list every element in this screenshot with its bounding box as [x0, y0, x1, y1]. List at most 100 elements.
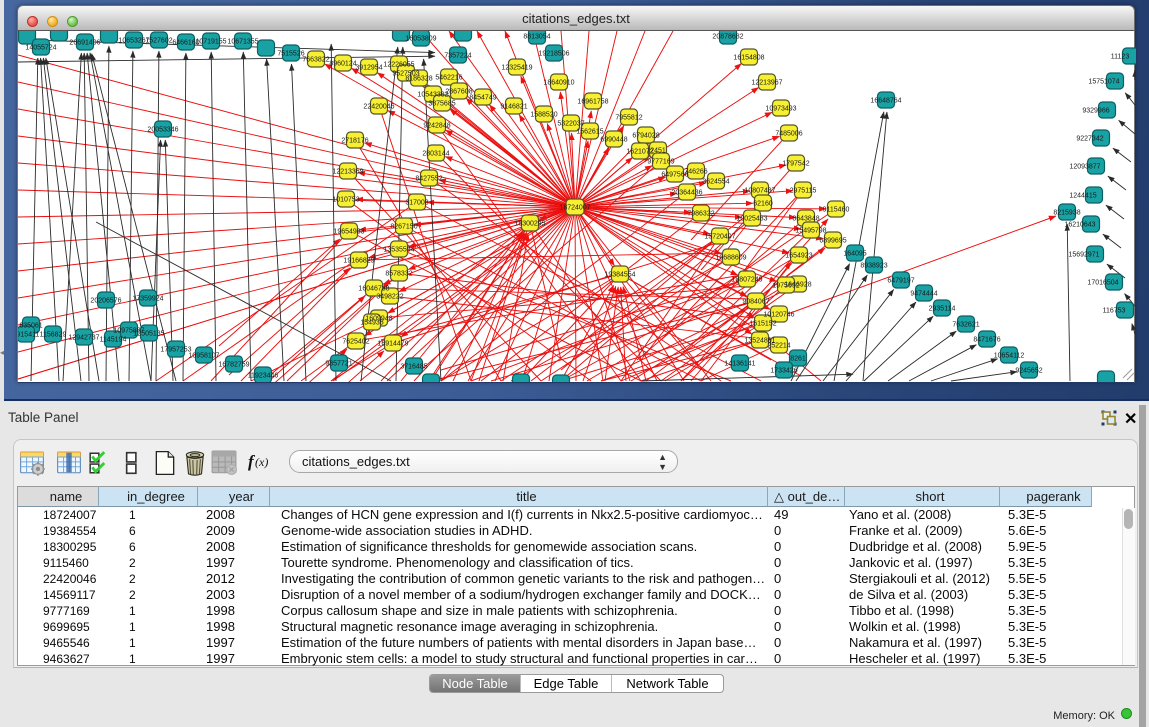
svg-text:12213967: 12213967: [751, 80, 782, 87]
svg-text:12505135: 12505135: [133, 331, 164, 338]
svg-text:16053809: 16053809: [405, 36, 436, 43]
svg-text:1588520: 1588520: [530, 112, 557, 119]
svg-text:2803144: 2803144: [422, 151, 449, 158]
svg-text:10671355: 10671355: [227, 39, 258, 46]
svg-text:10543382: 10543382: [417, 92, 448, 99]
svg-text:10654112: 10654112: [994, 353, 1025, 360]
svg-text:1562615: 1562615: [576, 129, 603, 136]
svg-text:14055724: 14055724: [25, 45, 56, 52]
svg-text:1654923: 1654923: [785, 253, 812, 260]
svg-text:2935114: 2935114: [929, 306, 956, 313]
svg-text:8261: 8261: [790, 356, 806, 363]
svg-text:7485006: 7485006: [775, 131, 802, 138]
svg-text:9242848: 9242848: [423, 123, 450, 130]
svg-text:17016504: 17016504: [1087, 280, 1118, 287]
svg-text:2975115: 2975115: [790, 188, 817, 195]
svg-text:3716485: 3716485: [400, 364, 427, 371]
svg-text:1615152: 1615152: [749, 321, 776, 328]
svg-text:7986322: 7986322: [687, 211, 714, 218]
svg-text:10688609: 10688609: [715, 255, 746, 262]
svg-text:8267150: 8267150: [390, 224, 417, 231]
svg-text:9146821: 9146821: [500, 104, 527, 111]
svg-text:8454749: 8454749: [469, 95, 496, 102]
svg-text:3624554: 3624554: [702, 179, 729, 186]
svg-text:12325419: 12325419: [501, 65, 532, 72]
svg-text:5462216: 5462216: [435, 75, 462, 82]
svg-text:16648764: 16648764: [870, 98, 901, 105]
svg-text:9084067: 9084067: [742, 299, 769, 306]
svg-text:11123: 11123: [1111, 54, 1130, 61]
svg-text:3875685: 3875685: [428, 101, 455, 108]
svg-text:17359924: 17359924: [132, 296, 163, 303]
svg-text:22420046: 22420046: [363, 104, 394, 111]
svg-text:1733426: 1733426: [770, 368, 797, 375]
svg-text:7357224: 7357224: [444, 53, 471, 60]
svg-text:1244415: 1244415: [1069, 193, 1096, 200]
svg-text:19218506: 19218506: [538, 51, 569, 58]
svg-text:1797542: 1797542: [782, 161, 809, 168]
svg-text:15495798: 15495798: [795, 228, 826, 235]
svg-text:2451: 2451: [650, 148, 666, 155]
svg-text:252214: 252214: [767, 343, 790, 350]
svg-text:317008: 317008: [405, 200, 428, 207]
svg-text:9227342: 9227342: [1076, 136, 1103, 143]
svg-text:8938923: 8938923: [860, 263, 887, 270]
svg-text:18724007: 18724007: [559, 205, 590, 212]
svg-text:10807487: 10807487: [744, 188, 775, 195]
svg-text:9115460: 9115460: [823, 207, 850, 214]
svg-text:1527602: 1527602: [145, 38, 172, 45]
svg-text:20878682: 20878682: [712, 34, 743, 41]
svg-text:8471676: 8471676: [973, 337, 1000, 344]
svg-text:1156829: 1156829: [40, 332, 67, 339]
svg-text:12942737: 12942737: [68, 335, 99, 342]
svg-text:12213369: 12213369: [332, 169, 363, 176]
svg-text:11923446: 11923446: [248, 373, 279, 380]
svg-text:16914479: 16914479: [377, 341, 408, 348]
svg-text:19384554: 19384554: [604, 272, 635, 279]
svg-text:15692971: 15692971: [1068, 252, 1099, 259]
svg-text:(x): (x): [255, 455, 268, 469]
svg-text:15720407: 15720407: [704, 234, 735, 241]
svg-text:18640910: 18640910: [543, 80, 574, 87]
svg-text:9857721: 9857721: [325, 361, 352, 368]
svg-text:10025483: 10025483: [736, 216, 767, 223]
svg-text:7663822: 7663822: [302, 57, 329, 64]
svg-text:154935: 154935: [360, 320, 383, 327]
svg-text:15751074: 15751074: [1088, 79, 1119, 86]
svg-text:8427552: 8427552: [415, 176, 442, 183]
svg-text:3498222: 3498222: [376, 294, 403, 301]
svg-text:1975692: 1975692: [772, 283, 799, 290]
svg-text:3912954: 3912954: [355, 65, 382, 72]
svg-text:746266: 746266: [684, 169, 707, 176]
svg-text:14136141: 14136141: [724, 361, 755, 368]
svg-text:19654983: 19654983: [333, 229, 364, 236]
svg-text:16782759: 16782759: [218, 362, 249, 369]
svg-text:20206576: 20206576: [90, 298, 121, 305]
svg-text:6990448: 6990448: [600, 137, 627, 144]
svg-text:2718176: 2718176: [341, 138, 368, 145]
svg-text:7632621: 7632621: [952, 322, 979, 329]
svg-text:19166829: 19166829: [343, 258, 374, 265]
svg-text:7955812: 7955812: [615, 115, 642, 122]
svg-text:16154808: 16154808: [733, 55, 764, 62]
svg-text:16210643: 16210643: [1064, 222, 1095, 229]
svg-text:3915411: 3915411: [18, 332, 39, 339]
svg-text:1145194: 1145194: [100, 337, 127, 344]
svg-text:62160: 62160: [753, 201, 773, 208]
svg-text:18807249: 18807249: [731, 277, 762, 284]
svg-text:10120746: 10120746: [763, 312, 794, 319]
svg-text:8186328: 8186328: [405, 76, 432, 83]
svg-text:8813054: 8813054: [523, 34, 550, 41]
svg-text:12226055: 12226055: [383, 62, 414, 69]
svg-text:20364436: 20364436: [671, 190, 702, 197]
svg-text:20053346: 20053346: [147, 127, 178, 134]
svg-text:9329966: 9329966: [1082, 108, 1109, 115]
svg-text:1010753: 1010753: [332, 197, 359, 204]
svg-text:835061: 835061: [19, 323, 42, 330]
svg-text:12093877: 12093877: [1069, 164, 1100, 171]
svg-text:8215938: 8215938: [1053, 210, 1080, 217]
svg-text:164095: 164095: [843, 251, 866, 258]
svg-text:18300295: 18300295: [514, 221, 545, 228]
svg-text:13535594: 13535594: [383, 247, 414, 254]
svg-text:7515526: 7515526: [277, 51, 304, 58]
